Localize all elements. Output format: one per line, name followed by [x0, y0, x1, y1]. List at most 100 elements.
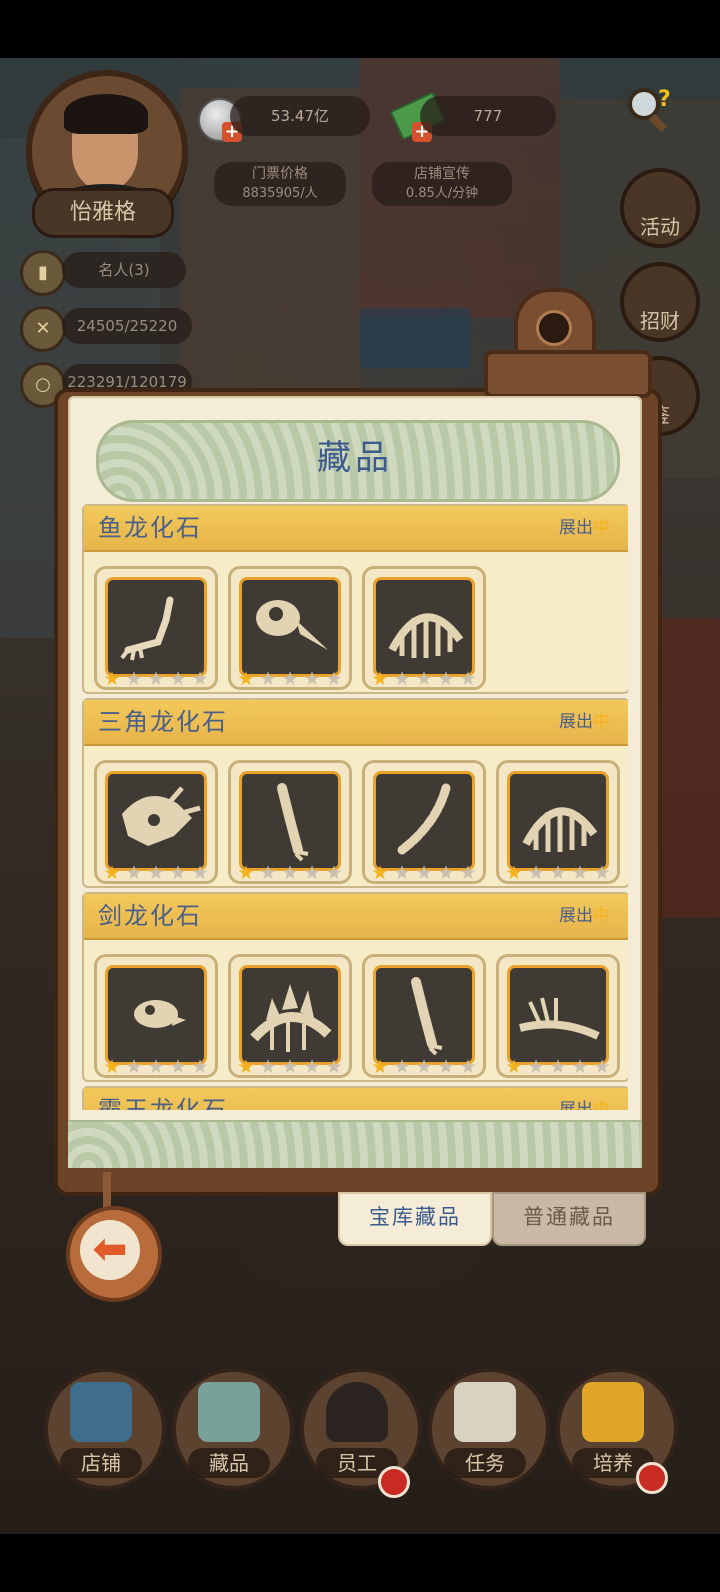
- nav-shop-label: 店铺: [60, 1448, 142, 1478]
- star-icon: ★: [593, 862, 611, 884]
- player-title: 名人(3): [62, 252, 186, 288]
- player-name: 怡雅格: [32, 188, 174, 238]
- tail-bone-icon: [373, 771, 475, 871]
- clipboard-task-icon: [454, 1382, 516, 1442]
- star-rating: ★ ★ ★ ★ ★: [97, 669, 215, 689]
- star-icon: ★: [325, 668, 343, 690]
- nav-tasks[interactable]: 任务: [428, 1368, 550, 1490]
- star-icon: ★: [169, 668, 187, 690]
- category-header: 剑龙化石 展出中: [84, 894, 628, 940]
- star-icon: ★: [259, 1056, 277, 1078]
- fossil-item-card[interactable]: ★ ★ ★ ★ ★: [362, 566, 486, 690]
- star-icon: ★: [103, 668, 121, 690]
- star-rating: ★ ★ ★ ★ ★: [231, 669, 349, 689]
- star-rating: ★ ★ ★ ★ ★: [499, 863, 617, 883]
- star-icon: ★: [571, 862, 589, 884]
- star-icon: ★: [415, 862, 433, 884]
- star-icon: ★: [191, 668, 209, 690]
- collection-list[interactable]: 鱼龙化石 展出中 ★ ★ ★ ★ ★ ★ ★ ★ ★ ★ ★ ★ ★ ★ ★ 三角龙化石 展出中 ★ ★ ★ ★ ★ ★ ★ ★ ★ ★…: [82, 504, 628, 1110]
- tab-vault-collection[interactable]: 宝库藏品: [338, 1192, 492, 1246]
- star-icon: ★: [593, 1056, 611, 1078]
- star-icon: ★: [237, 668, 255, 690]
- exhibit-status: 展出中: [559, 894, 610, 938]
- category-header: 霸王龙化石 展出中: [84, 1088, 628, 1110]
- status-bar: [0, 0, 720, 58]
- star-icon: ★: [125, 668, 143, 690]
- clipboard-clip-bar: [484, 350, 652, 398]
- back-arrow-icon: ⬅: [80, 1220, 140, 1280]
- category-name: 三角龙化石: [98, 708, 228, 736]
- star-icon: ★: [303, 668, 321, 690]
- silver-amount: 53.47亿: [230, 96, 370, 136]
- search-help-icon[interactable]: ?: [624, 84, 674, 134]
- star-icon: ★: [103, 862, 121, 884]
- fossil-item-card[interactable]: ★ ★ ★ ★ ★: [94, 954, 218, 1078]
- star-icon: ★: [103, 1056, 121, 1078]
- star-icon: ★: [527, 1056, 545, 1078]
- panel-title: 藏品: [317, 438, 393, 478]
- exhibit-status-active: 中: [593, 906, 610, 926]
- star-rating: ★ ★ ★ ★ ★: [365, 1057, 483, 1077]
- fossil-item-card[interactable]: ★ ★ ★ ★ ★: [362, 954, 486, 1078]
- leg-bone-icon: [373, 965, 475, 1065]
- fossil-item-card[interactable]: ★ ★ ★ ★ ★: [228, 760, 352, 884]
- category-name: 霸王龙化石: [98, 1096, 228, 1110]
- tab-normal-collection[interactable]: 普通藏品: [492, 1192, 646, 1246]
- star-icon: ★: [571, 1056, 589, 1078]
- jade-collection-icon: [198, 1382, 260, 1442]
- exhibit-status: 展出中: [559, 506, 610, 550]
- star-icon: ★: [281, 668, 299, 690]
- fossil-item-card[interactable]: ★ ★ ★ ★ ★: [362, 760, 486, 884]
- svg-text:?: ?: [658, 87, 671, 112]
- train-notification-badge: [636, 1462, 668, 1494]
- star-icon: ★: [259, 862, 277, 884]
- ticket-price-label: 门票价格: [252, 166, 308, 182]
- system-nav-bar: [0, 1534, 720, 1592]
- exhibit-status-active: 中: [593, 518, 610, 538]
- star-icon: ★: [237, 862, 255, 884]
- fossil-item-card[interactable]: ★ ★ ★ ★ ★: [228, 566, 352, 690]
- stegosaurus-plates-icon: [239, 965, 341, 1065]
- staff-icon: [326, 1382, 388, 1442]
- fossil-item-card[interactable]: ★ ★ ★ ★ ★: [496, 760, 620, 884]
- fame-icon: ▮: [20, 250, 66, 296]
- star-icon: ★: [459, 668, 477, 690]
- bone-count: 24505/25220: [62, 308, 192, 344]
- star-icon: ★: [147, 862, 165, 884]
- star-rating: ★ ★ ★ ★ ★: [499, 1057, 617, 1077]
- ribcage-fossil-icon: [507, 771, 609, 871]
- star-icon: ★: [505, 862, 523, 884]
- exhibit-status-text: 展出: [559, 518, 593, 538]
- nav-shop[interactable]: 店铺: [44, 1368, 166, 1490]
- star-icon: ★: [147, 1056, 165, 1078]
- star-icon: ★: [303, 1056, 321, 1078]
- event-button[interactable]: 活动: [620, 168, 700, 248]
- exhibit-status: 展出中: [559, 1088, 610, 1110]
- lucky-cat-button[interactable]: 招财: [620, 262, 700, 342]
- back-button[interactable]: ⬅: [66, 1206, 162, 1302]
- exhibit-status-text: 展出: [559, 712, 593, 732]
- skull-beak-fossil-icon: [239, 577, 341, 677]
- promo-label: 店铺宣传: [414, 166, 470, 182]
- nav-collection-label: 藏品: [188, 1448, 270, 1478]
- star-icon: ★: [169, 1056, 187, 1078]
- nav-collection[interactable]: 藏品: [172, 1368, 294, 1490]
- fossil-item-card[interactable]: ★ ★ ★ ★ ★: [94, 566, 218, 690]
- exhibit-status-active: 中: [593, 712, 610, 732]
- star-icon: ★: [147, 668, 165, 690]
- star-icon: ★: [437, 668, 455, 690]
- star-icon: ★: [169, 862, 187, 884]
- fossil-item-card[interactable]: ★ ★ ★ ★ ★: [496, 954, 620, 1078]
- fossil-item-card[interactable]: ★ ★ ★ ★ ★: [228, 954, 352, 1078]
- star-icon: ★: [415, 1056, 433, 1078]
- nav-tasks-label: 任务: [444, 1448, 526, 1478]
- fossil-item-card[interactable]: ★ ★ ★ ★ ★: [94, 760, 218, 884]
- exhibit-status-active: 中: [593, 1100, 610, 1110]
- ticket-price-value: 8835905/人: [242, 186, 318, 201]
- star-icon: ★: [549, 862, 567, 884]
- star-icon: ★: [303, 862, 321, 884]
- star-icon: ★: [415, 668, 433, 690]
- star-rating: ★ ★ ★ ★ ★: [231, 863, 349, 883]
- category-header: 鱼龙化石 展出中: [84, 506, 628, 552]
- star-rating: ★ ★ ★ ★ ★: [97, 1057, 215, 1077]
